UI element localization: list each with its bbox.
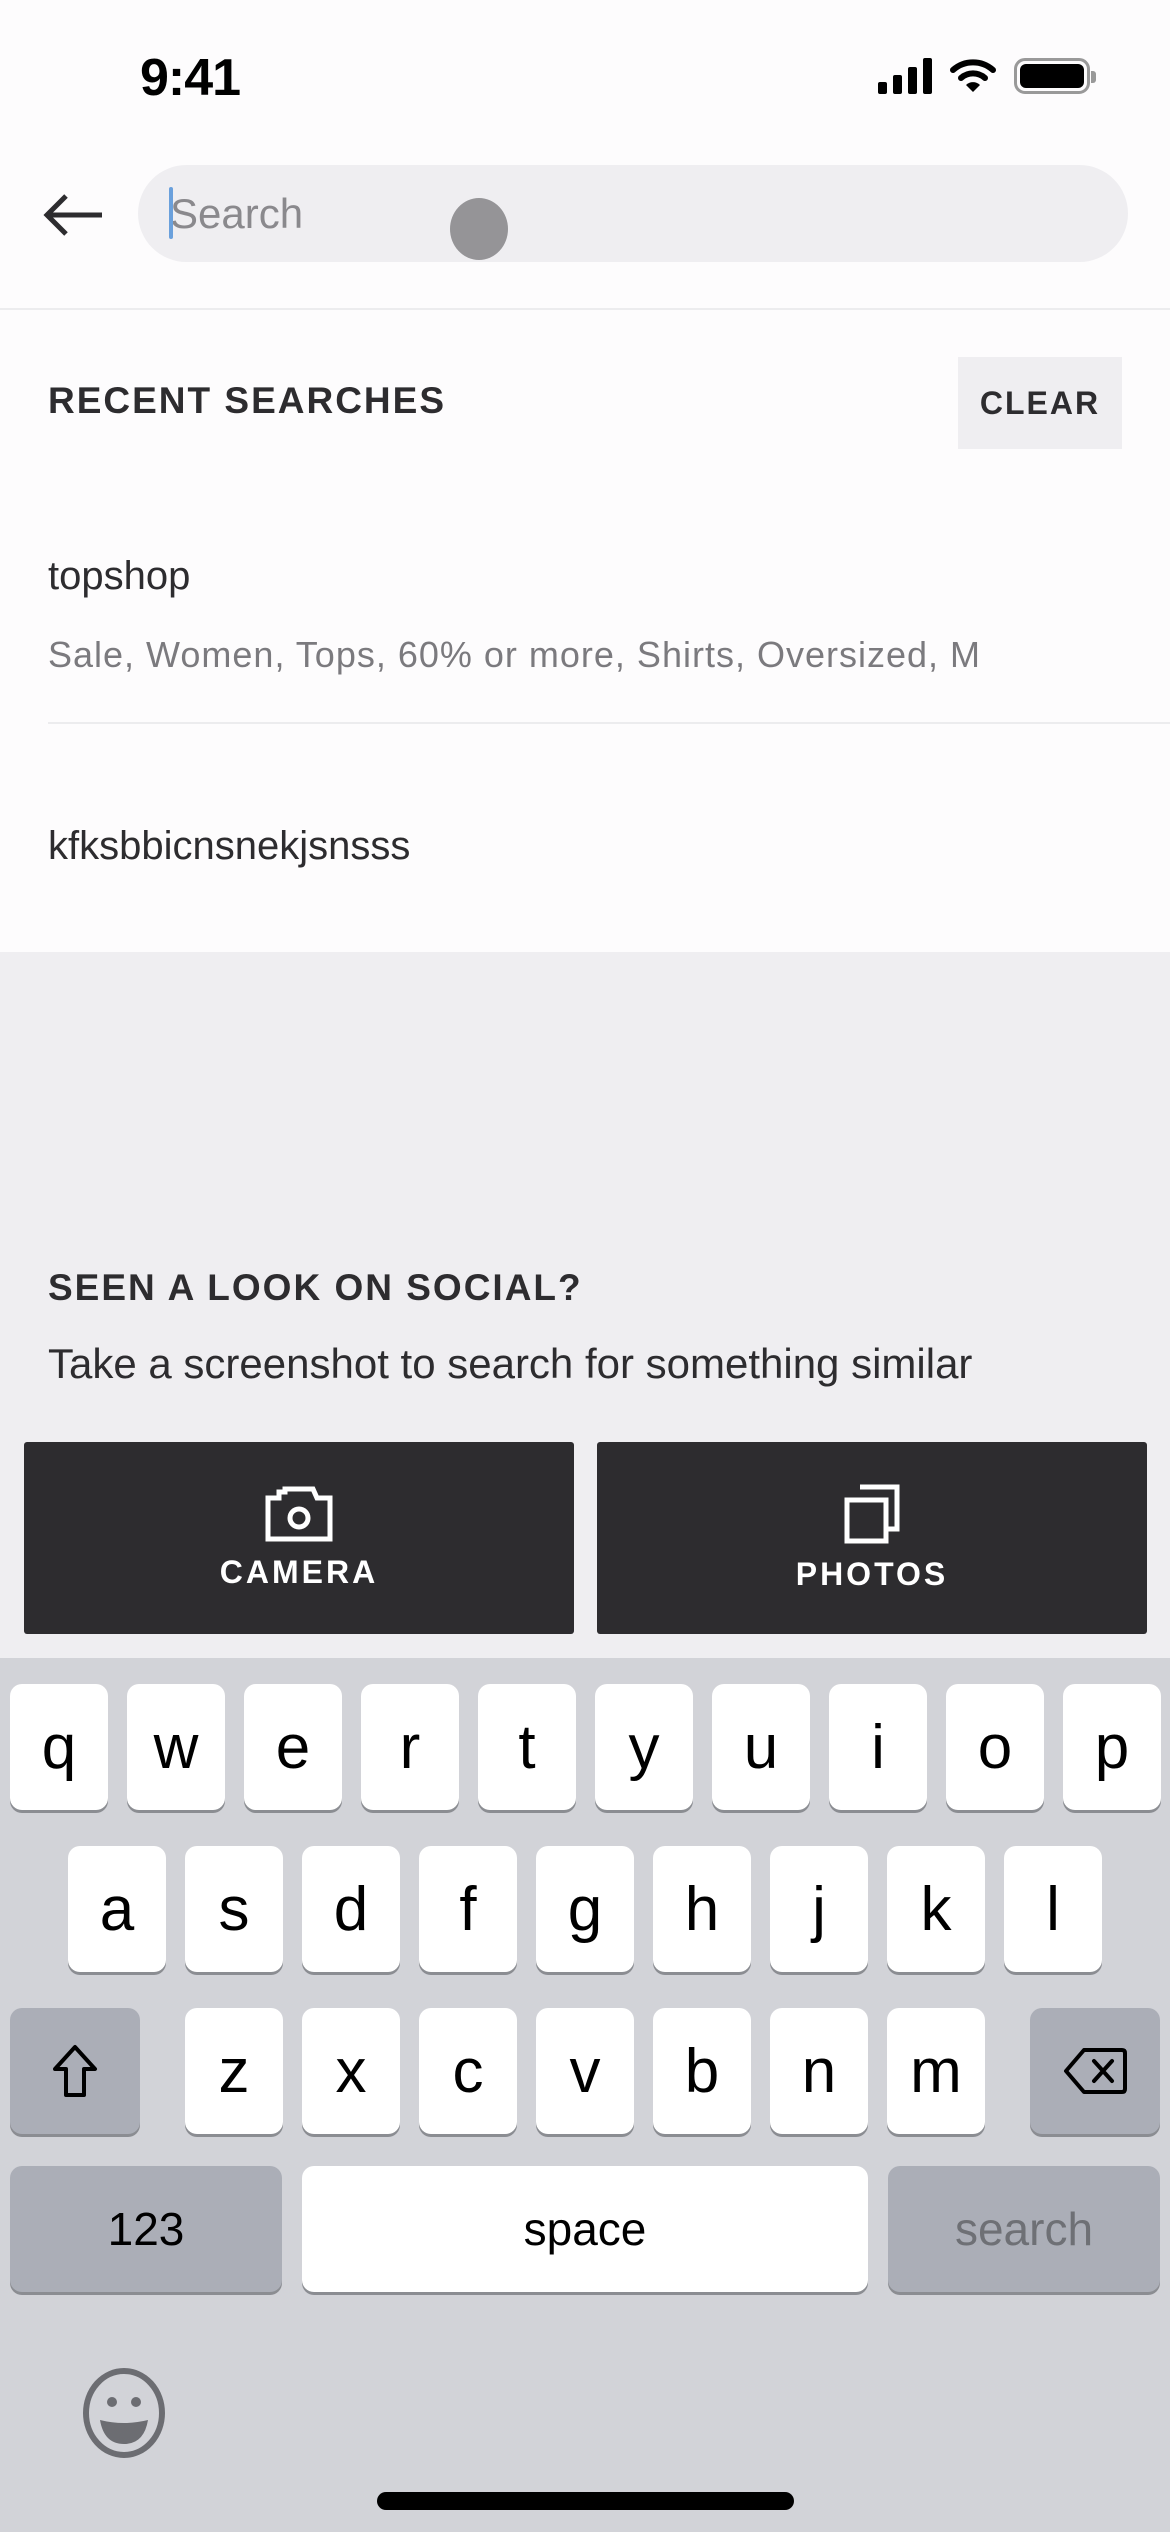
search-field[interactable]	[138, 165, 1128, 262]
touch-indicator	[450, 198, 508, 260]
key-d[interactable]: d	[302, 1846, 400, 1972]
clear-button[interactable]: CLEAR	[958, 357, 1122, 449]
visual-search-section: SEEN A LOOK ON SOCIAL? Take a screenshot…	[0, 952, 1170, 1658]
wifi-icon	[950, 59, 996, 92]
status-icons	[878, 58, 1096, 94]
photos-icon	[844, 1484, 900, 1543]
key-g[interactable]: g	[536, 1846, 634, 1972]
recent-search-query: topshop	[48, 554, 191, 598]
recent-search-item[interactable]: kfksbbicnsnekjsnsss	[48, 724, 1170, 904]
key-t[interactable]: t	[478, 1684, 576, 1810]
key-f[interactable]: f	[419, 1846, 517, 1972]
numbers-key[interactable]: 123	[10, 2166, 282, 2292]
text-caret	[169, 187, 173, 239]
cellular-signal-icon	[878, 58, 932, 94]
space-key[interactable]: space	[302, 2166, 868, 2292]
camera-button[interactable]: CAMERA	[24, 1442, 574, 1634]
key-i[interactable]: i	[829, 1684, 927, 1810]
key-n[interactable]: n	[770, 2008, 868, 2134]
camera-button-label: CAMERA	[219, 1553, 379, 1590]
emoji-button[interactable]	[82, 2368, 172, 2458]
search-header	[0, 150, 1170, 310]
key-b[interactable]: b	[653, 2008, 751, 2134]
backspace-icon	[1064, 2048, 1127, 2094]
shift-key[interactable]	[10, 2008, 140, 2134]
recent-searches-section: RECENT SEARCHES CLEAR topshop Sale, Wome…	[0, 312, 1170, 952]
key-k[interactable]: k	[887, 1846, 985, 1972]
key-q[interactable]: q	[10, 1684, 108, 1810]
key-v[interactable]: v	[536, 2008, 634, 2134]
key-u[interactable]: u	[712, 1684, 810, 1810]
backspace-key[interactable]	[1030, 2008, 1160, 2134]
keyboard: qwertyuiop asdfghjkl zxcvbnm 123 space s…	[0, 1658, 1170, 2532]
photos-button-label: PHOTOS	[795, 1555, 949, 1592]
recent-searches-title: RECENT SEARCHES	[48, 380, 446, 421]
back-button[interactable]	[38, 180, 108, 250]
key-h[interactable]: h	[653, 1846, 751, 1972]
key-r[interactable]: r	[361, 1684, 459, 1810]
shift-icon	[53, 2045, 97, 2097]
key-o[interactable]: o	[946, 1684, 1044, 1810]
camera-icon	[265, 1486, 333, 1541]
recent-search-query: kfksbbicnsnekjsnsss	[48, 824, 411, 868]
search-input[interactable]	[170, 165, 1070, 262]
key-j[interactable]: j	[770, 1846, 868, 1972]
recent-search-item[interactable]: topshop Sale, Women, Tops, 60% or more, …	[48, 542, 1170, 724]
key-w[interactable]: w	[127, 1684, 225, 1810]
key-l[interactable]: l	[1004, 1846, 1102, 1972]
key-x[interactable]: x	[302, 2008, 400, 2134]
key-m[interactable]: m	[887, 2008, 985, 2134]
photos-button[interactable]: PHOTOS	[597, 1442, 1147, 1634]
key-e[interactable]: e	[244, 1684, 342, 1810]
key-z[interactable]: z	[185, 2008, 283, 2134]
key-p[interactable]: p	[1063, 1684, 1161, 1810]
visual-search-title: SEEN A LOOK ON SOCIAL?	[48, 1267, 583, 1308]
status-time: 9:41	[140, 49, 241, 107]
key-s[interactable]: s	[185, 1846, 283, 1972]
home-indicator	[377, 2492, 794, 2510]
recent-search-filters: Sale, Women, Tops, 60% or more, Shirts, …	[48, 634, 981, 675]
arrow-left-icon	[43, 194, 102, 236]
key-a[interactable]: a	[68, 1846, 166, 1972]
key-y[interactable]: y	[595, 1684, 693, 1810]
visual-search-subtitle: Take a screenshot to search for somethin…	[48, 1340, 973, 1387]
battery-icon	[1014, 58, 1096, 94]
emoji-icon	[83, 2368, 165, 2458]
search-return-key[interactable]: search	[888, 2166, 1160, 2292]
status-bar: 9:41	[0, 0, 1170, 150]
key-c[interactable]: c	[419, 2008, 517, 2134]
